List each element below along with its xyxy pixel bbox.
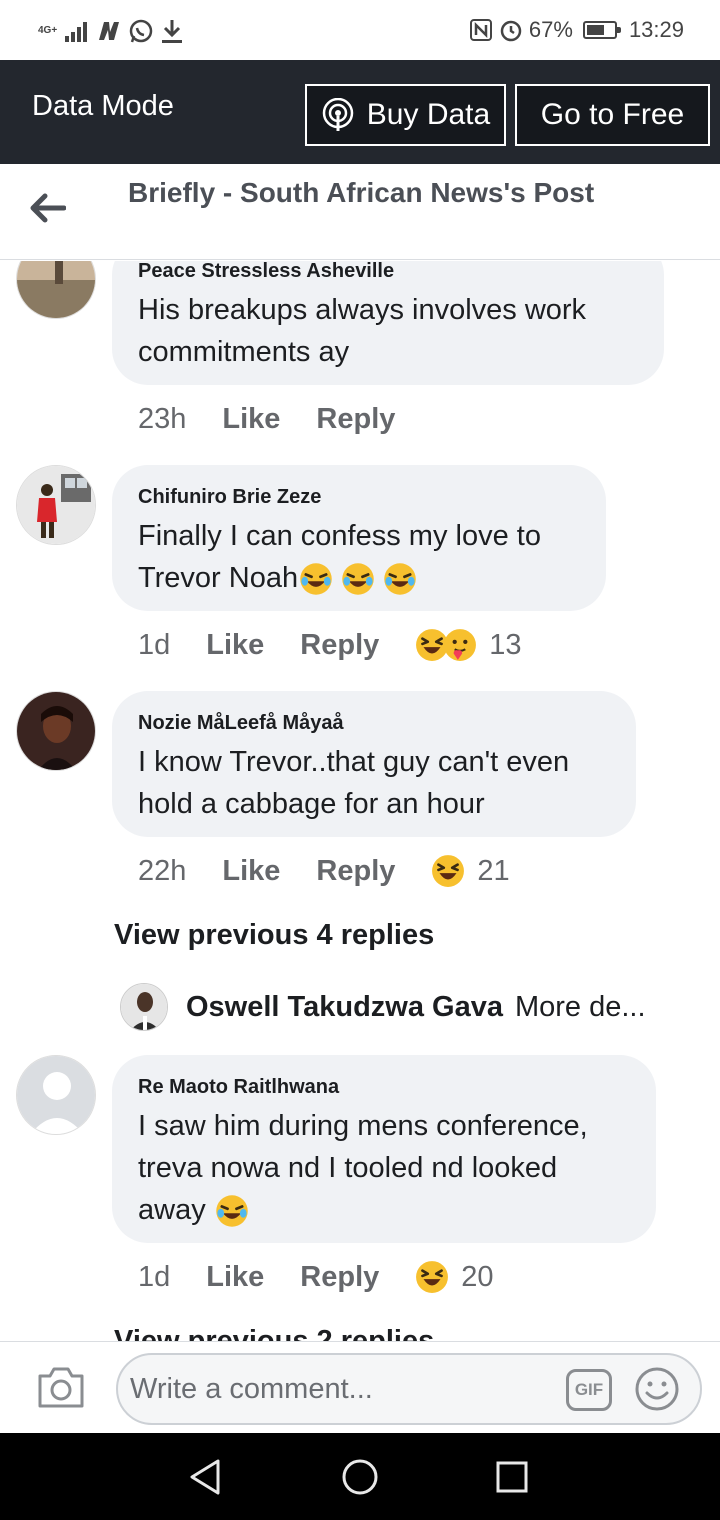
data-mode-bar: Data Mode Buy Data Go to Free xyxy=(0,60,720,164)
default-avatar-icon xyxy=(17,1056,95,1134)
system-nav-bar xyxy=(0,1433,720,1520)
emoji-button[interactable] xyxy=(634,1366,680,1412)
avatar[interactable] xyxy=(16,465,96,545)
like-button[interactable]: Like xyxy=(222,855,280,888)
reaction-summary[interactable]: 13 xyxy=(415,628,522,662)
buy-data-label: Buy Data xyxy=(366,98,491,131)
post-header: Briefly - South African News's Post xyxy=(0,164,720,260)
network-type: 4G+ xyxy=(38,25,58,36)
laughing-emoji-icon xyxy=(376,562,418,596)
reaction-count: 13 xyxy=(489,628,522,661)
camera-icon xyxy=(38,1367,84,1408)
laughing-emoji-icon xyxy=(334,562,376,596)
reply-button[interactable]: Reply xyxy=(316,403,395,436)
smiley-icon xyxy=(635,1367,679,1411)
nav-home-button[interactable] xyxy=(338,1455,382,1499)
care-reaction-icon xyxy=(444,629,477,661)
reply-button[interactable]: Reply xyxy=(300,1261,379,1294)
reply-text: More de... xyxy=(514,990,646,1023)
nav-back-button[interactable] xyxy=(184,1455,228,1499)
n-logo-icon xyxy=(99,22,120,40)
go-to-free-label: Go to Free xyxy=(540,98,685,131)
avatar[interactable] xyxy=(16,691,96,771)
avatar-image xyxy=(121,984,167,1030)
whatsapp-icon xyxy=(129,19,153,43)
status-bar: 4G+ 67% 13:29 xyxy=(0,0,720,60)
like-button[interactable]: Like xyxy=(222,403,280,436)
nav-recents-button[interactable] xyxy=(490,1455,534,1499)
reaction-summary[interactable]: 21 xyxy=(431,854,510,888)
nav-home-icon xyxy=(342,1459,378,1495)
comment-actions: 1d Like Reply 13 xyxy=(138,625,522,665)
reaction-count: 21 xyxy=(477,854,510,887)
comment-time: 23h xyxy=(138,402,187,435)
like-button[interactable]: Like xyxy=(206,1261,264,1294)
comment-author[interactable]: Nozie MåLeefå Måyaå xyxy=(138,711,610,735)
comment-text: I saw him during mens conference, treva … xyxy=(138,1105,630,1231)
reply-author[interactable]: Oswell Takudzwa Gava xyxy=(186,991,503,1024)
page-title: Briefly - South African News's Post xyxy=(128,177,595,208)
comment-time: 22h xyxy=(138,854,187,887)
comment-time: 1d xyxy=(138,628,171,661)
reply-button[interactable]: Reply xyxy=(300,629,379,662)
comment-bubble[interactable]: Peace Stressless Asheville His breakups … xyxy=(112,261,664,385)
download-icon xyxy=(162,20,183,43)
avatar-image xyxy=(17,466,95,544)
reaction-count: 20 xyxy=(461,1260,494,1293)
like-button[interactable]: Like xyxy=(206,629,264,662)
avatar-image xyxy=(17,261,95,318)
haha-reaction-icon xyxy=(416,1261,449,1293)
comment-text: His breakups always involves work commit… xyxy=(138,294,587,368)
comment-author[interactable]: Peace Stressless Asheville xyxy=(138,261,638,283)
arrow-left-icon xyxy=(30,193,66,223)
status-left: 4G+ xyxy=(38,16,184,46)
comment-actions: 22h Like Reply 21 xyxy=(138,851,510,891)
comment-composer: GIF xyxy=(0,1341,720,1433)
comment-actions: 1d Like Reply 20 xyxy=(138,1257,494,1297)
battery-percent: 67% xyxy=(528,17,573,42)
reaction-summary[interactable]: 20 xyxy=(415,1260,494,1294)
view-previous-replies-link[interactable]: View previous 2 replies xyxy=(114,1325,434,1341)
view-previous-replies-link[interactable]: View previous 4 replies xyxy=(114,919,434,952)
status-right: 67% 13:29 xyxy=(469,14,684,46)
reply-preview[interactable]: Oswell Takudzwa Gava More de... xyxy=(120,983,646,1031)
avatar[interactable] xyxy=(16,1055,96,1135)
comment-input[interactable] xyxy=(130,1369,550,1409)
comment-list[interactable]: Peace Stressless Asheville His breakups … xyxy=(0,261,720,1341)
data-mode-label: Data Mode xyxy=(32,90,174,122)
back-button[interactable] xyxy=(28,190,68,226)
laughing-emoji-icon xyxy=(214,1194,250,1228)
clock: 13:29 xyxy=(628,17,684,42)
comment-bubble[interactable]: Re Maoto Raitlhwana I saw him during men… xyxy=(112,1055,656,1243)
laughing-emoji-icon xyxy=(298,562,334,596)
reply-button[interactable]: Reply xyxy=(316,855,395,888)
comment-actions: 23h Like Reply xyxy=(138,399,431,439)
comment-author[interactable]: Chifuniro Brie Zeze xyxy=(138,485,580,509)
avatar[interactable] xyxy=(120,983,168,1031)
nav-recents-icon xyxy=(496,1461,528,1493)
comment-text: Finally I can confess my love to Trevor … xyxy=(138,515,580,599)
camera-button[interactable] xyxy=(36,1364,86,1410)
comment-time: 1d xyxy=(138,1260,171,1293)
battery-icon xyxy=(582,21,621,39)
alarm-icon xyxy=(500,20,522,42)
nfc-icon xyxy=(469,19,492,41)
comment-bubble[interactable]: Chifuniro Brie Zeze Finally I can confes… xyxy=(112,465,606,611)
signal-icon xyxy=(65,22,88,42)
go-to-free-button[interactable]: Go to Free xyxy=(515,84,710,146)
comment-input-container[interactable]: GIF xyxy=(116,1353,702,1425)
avatar[interactable] xyxy=(16,261,96,319)
comment-bubble[interactable]: Nozie MåLeefå Måyaå I know Trevor..that … xyxy=(112,691,636,837)
gif-button[interactable]: GIF xyxy=(566,1369,612,1411)
haha-reaction-icon xyxy=(432,855,465,887)
comment-author[interactable]: Re Maoto Raitlhwana xyxy=(138,1075,630,1099)
battery-fill xyxy=(586,25,604,35)
avatar-image xyxy=(17,692,95,770)
comment-text: I know Trevor..that guy can't even hold … xyxy=(138,746,570,820)
buy-data-button[interactable]: Buy Data xyxy=(305,84,506,146)
nav-back-icon xyxy=(190,1459,220,1495)
comment-text-content: I saw him during mens conference, treva … xyxy=(138,1110,588,1226)
broadcast-icon xyxy=(322,98,354,131)
